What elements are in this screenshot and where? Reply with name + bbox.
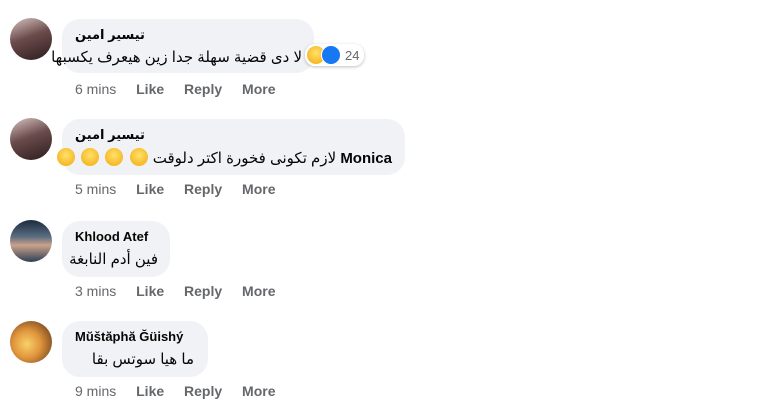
comment-text: لا دى قضية سهلة جدا زين هيعرف يكسبها [51, 49, 302, 66]
reply-button[interactable]: Reply [184, 81, 222, 97]
comment-bubble: تيسير امين لا دى قضية سهلة جدا زين هيعرف… [51, 19, 314, 73]
comment-timestamp[interactable]: 9 mins [75, 383, 116, 399]
reaction-summary[interactable]: 24 [305, 44, 365, 66]
comment-bubble: Khlood Atef فين أدم النابغة [62, 221, 170, 277]
like-button[interactable]: Like [136, 81, 164, 97]
comment-text: ما هيا سوتس بقا [91, 351, 194, 368]
comment-actions: 6 mins Like Reply More [75, 81, 292, 97]
like-button[interactable]: Like [136, 181, 164, 197]
comment-timestamp[interactable]: 3 mins [75, 283, 116, 299]
comment-actions: 5 mins Like Reply More [75, 181, 292, 197]
avatar[interactable] [10, 220, 52, 262]
more-button[interactable]: More [242, 283, 275, 299]
laugh-emoji-icon [57, 148, 76, 166]
comment-text: فين أدم النابغة [69, 251, 158, 268]
more-button[interactable]: More [242, 383, 275, 399]
reply-button[interactable]: Reply [184, 383, 222, 399]
comment-bubble: تيسير امين Monica لازم تكونى فخورة اكتر … [57, 119, 405, 175]
avatar[interactable] [10, 18, 52, 60]
more-button[interactable]: More [242, 81, 275, 97]
comment-bubble: Mŭštăphă Ğüishý ما هيا سوتس بقا [62, 321, 208, 377]
comment-author[interactable]: Khlood Atef [75, 229, 148, 244]
laugh-emoji-icon [129, 148, 148, 166]
reply-button[interactable]: Reply [184, 181, 222, 197]
comment-body: لازم تكونى فخورة اكتر دلوقت [152, 150, 337, 167]
comment-actions: 9 mins Like Reply More [75, 383, 292, 399]
comment-author[interactable]: تيسير امين [75, 27, 145, 43]
reaction-count: 24 [345, 47, 360, 63]
avatar[interactable] [10, 118, 52, 160]
comment-timestamp[interactable]: 5 mins [75, 181, 116, 197]
comment-text: Monica لازم تكونى فخورة اكتر دلوقت [57, 148, 392, 167]
comment-actions: 3 mins Like Reply More [75, 283, 292, 299]
comment-author[interactable]: Mŭštăphă Ğüishý [75, 329, 183, 344]
comment-timestamp[interactable]: 6 mins [75, 81, 116, 97]
like-button[interactable]: Like [136, 383, 164, 399]
laugh-emoji-icon [105, 148, 124, 166]
avatar[interactable] [10, 321, 52, 363]
more-button[interactable]: More [242, 181, 275, 197]
like-button[interactable]: Like [136, 283, 164, 299]
comment-author[interactable]: تيسير امين [75, 127, 145, 143]
reply-button[interactable]: Reply [184, 283, 222, 299]
laugh-emoji-icon [81, 148, 100, 166]
mention-link[interactable]: Monica [340, 150, 392, 167]
like-icon [321, 45, 341, 65]
